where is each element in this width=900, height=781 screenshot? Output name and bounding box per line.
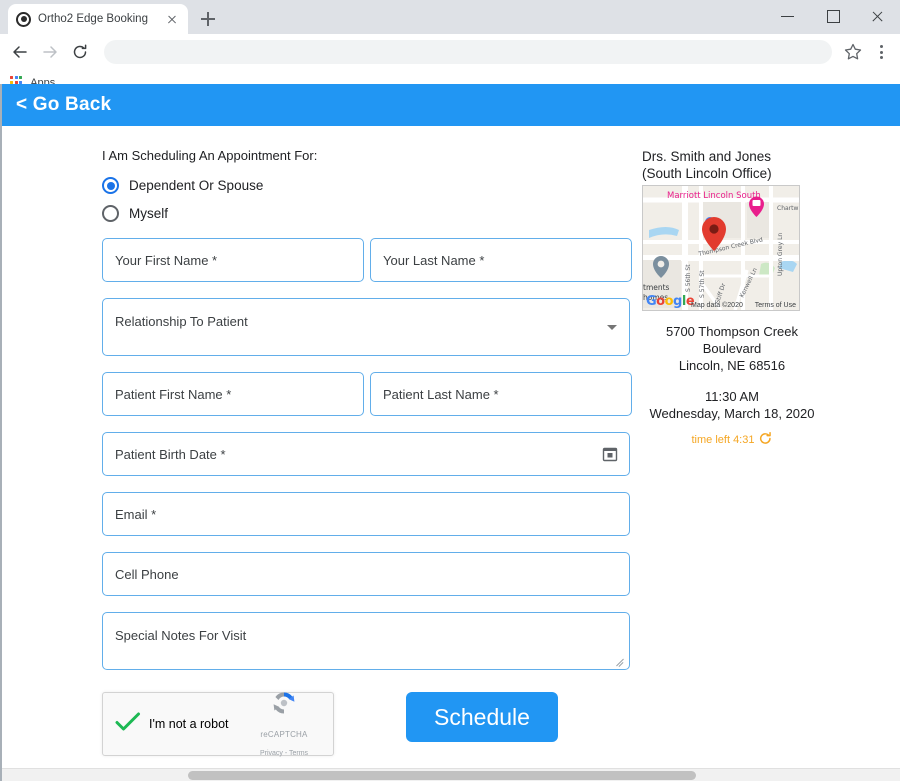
recaptcha-brand: reCAPTCHA Privacy - Terms	[247, 688, 321, 760]
minimize-icon[interactable]	[765, 0, 810, 32]
booking-form: I Am Scheduling An Appointment For: Depe…	[2, 126, 634, 757]
tab-title: Ortho2 Edge Booking	[38, 13, 148, 25]
map-terms-link[interactable]: Terms of Use	[755, 302, 796, 309]
location-map[interactable]: Marriott Lincoln South Chartw tments hom…	[642, 185, 800, 311]
relationship-placeholder: Relationship To Patient	[115, 314, 248, 329]
page-viewport: < Go Back I Am Scheduling An Appointment…	[0, 84, 900, 781]
scrollbar-thumb[interactable]	[188, 771, 696, 780]
browser-tab[interactable]: Ortho2 Edge Booking	[8, 4, 188, 34]
reload-icon[interactable]	[66, 38, 94, 66]
appointment-datetime: 11:30 AM Wednesday, March 18, 2020	[642, 388, 822, 422]
relationship-row: Relationship To Patient	[102, 298, 634, 356]
recaptcha-widget[interactable]: I'm not a robot reCAPTCHA Privacy - Term…	[102, 692, 334, 757]
office-address: 5700 Thompson Creek Boulevard Lincoln, N…	[642, 323, 822, 374]
cell-phone-input[interactable]: Cell Phone	[102, 552, 630, 596]
radio-myself-input[interactable]	[102, 205, 119, 222]
svg-text:S 57th St: S 57th St	[699, 270, 706, 298]
forward-arrow-icon	[36, 38, 64, 66]
address-line-2: Boulevard	[702, 341, 762, 356]
map-attribution: Map data ©2020	[691, 302, 743, 309]
svg-text:Marriott Lincoln South: Marriott Lincoln South	[667, 191, 761, 201]
name-row: Your First Name * Your Last Name *	[102, 238, 634, 282]
time-left-indicator: time left 4:31	[642, 432, 822, 448]
resize-grip-icon[interactable]	[615, 656, 625, 666]
your-first-name-placeholder: Your First Name *	[115, 252, 218, 268]
address-bar[interactable]	[104, 40, 832, 64]
three-dot-menu-icon[interactable]	[868, 39, 894, 65]
close-icon[interactable]	[855, 0, 900, 32]
patient-last-name-placeholder: Patient Last Name *	[383, 386, 499, 402]
back-arrow-icon[interactable]	[6, 38, 34, 66]
patient-birth-date-placeholder: Patient Birth Date *	[115, 446, 226, 462]
appointment-summary: Drs. Smith and Jones (South Lincoln Offi…	[634, 126, 900, 756]
recaptcha-label: I'm not a robot	[149, 717, 229, 731]
maximize-icon[interactable]	[810, 0, 855, 32]
plus-icon[interactable]	[194, 5, 222, 33]
svg-text:tments: tments	[643, 283, 670, 292]
radio-option-myself[interactable]: Myself	[102, 205, 634, 222]
relationship-select[interactable]: Relationship To Patient	[102, 298, 630, 356]
form-footer: I'm not a robot reCAPTCHA Privacy - Term…	[102, 692, 634, 757]
patient-first-name-input[interactable]: Patient First Name *	[102, 372, 364, 416]
cell-phone-row: Cell Phone	[102, 552, 634, 596]
email-input[interactable]: Email *	[102, 492, 630, 536]
recaptcha-logo-icon	[247, 688, 321, 723]
svg-text:S 56th St: S 56th St	[685, 264, 692, 292]
ortho2-favicon	[16, 11, 31, 27]
refresh-icon[interactable]	[759, 432, 772, 448]
recaptcha-brand-name: reCAPTCHA	[260, 730, 308, 739]
page-body: I Am Scheduling An Appointment For: Depe…	[2, 126, 900, 757]
page-content: < Go Back I Am Scheduling An Appointment…	[2, 84, 900, 768]
window-controls	[765, 0, 900, 32]
your-last-name-input[interactable]: Your Last Name *	[370, 238, 632, 282]
address-line-3: Lincoln, NE 68516	[678, 358, 786, 373]
appointment-date: Wednesday, March 18, 2020	[649, 406, 815, 421]
email-row: Email *	[102, 492, 634, 536]
appointment-time: 11:30 AM	[705, 389, 759, 404]
radio-dependent-label: Dependent Or Spouse	[129, 178, 264, 193]
google-logo: Google	[646, 294, 695, 309]
close-icon[interactable]	[164, 11, 180, 27]
special-notes-placeholder: Special Notes For Visit	[115, 628, 247, 643]
browser-window: Ortho2 Edge Booking Apps < Go Back I Am …	[0, 0, 900, 781]
schedule-button[interactable]: Schedule	[406, 692, 558, 742]
office-name: Drs. Smith and Jones (South Lincoln Offi…	[642, 149, 772, 181]
special-notes-textarea[interactable]: Special Notes For Visit	[102, 612, 630, 670]
browser-toolbar	[0, 34, 900, 70]
calendar-icon[interactable]	[602, 446, 618, 467]
email-placeholder: Email *	[115, 506, 157, 522]
your-first-name-input[interactable]: Your First Name *	[102, 238, 364, 282]
special-notes-row: Special Notes For Visit	[102, 612, 634, 670]
patient-name-row: Patient First Name * Patient Last Name *	[102, 372, 634, 416]
time-left-label: time left 4:31	[691, 434, 755, 446]
browser-titlebar: Ortho2 Edge Booking	[0, 0, 900, 34]
address-line-1: 5700 Thompson Creek	[665, 324, 798, 339]
birthdate-row: Patient Birth Date *	[102, 432, 634, 476]
patient-last-name-input[interactable]: Patient Last Name *	[370, 372, 632, 416]
horizontal-scrollbar[interactable]	[2, 768, 900, 781]
your-last-name-placeholder: Your Last Name *	[383, 252, 485, 268]
green-check-icon[interactable]	[115, 711, 143, 738]
radio-option-dependent[interactable]: Dependent Or Spouse	[102, 177, 634, 194]
patient-first-name-placeholder: Patient First Name *	[115, 386, 232, 402]
radio-dependent-input[interactable]	[102, 177, 119, 194]
radio-myself-label: Myself	[129, 206, 169, 221]
app-header-bar: < Go Back	[2, 84, 900, 126]
bookmark-star-icon[interactable]	[840, 39, 866, 65]
svg-text:Upton Grey Ln: Upton Grey Ln	[777, 233, 784, 276]
cell-phone-placeholder: Cell Phone	[115, 566, 179, 582]
recaptcha-terms-link[interactable]: Privacy - Terms	[260, 750, 308, 757]
scheduling-for-label: I Am Scheduling An Appointment For:	[102, 148, 318, 163]
go-back-button[interactable]: < Go Back	[16, 94, 111, 116]
svg-text:Chartw: Chartw	[777, 205, 798, 212]
chevron-down-icon[interactable]	[607, 325, 617, 330]
patient-birth-date-input[interactable]: Patient Birth Date *	[102, 432, 630, 476]
